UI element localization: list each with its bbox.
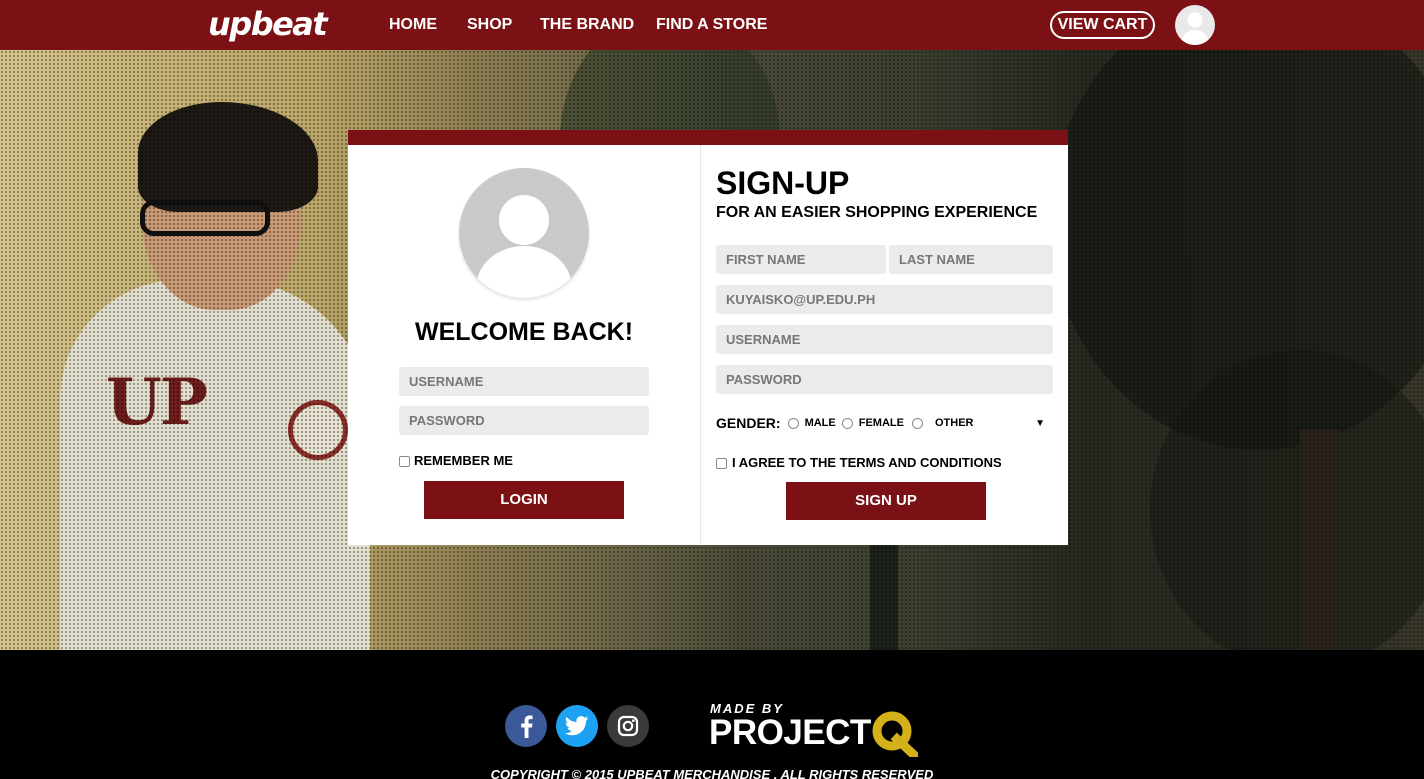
signup-username-input[interactable] xyxy=(716,325,1053,354)
facebook-icon[interactable] xyxy=(505,705,547,747)
instagram-icon[interactable] xyxy=(607,705,649,747)
user-silhouette-icon xyxy=(459,168,589,298)
gender-other-radio[interactable] xyxy=(911,417,923,429)
gender-label: GENDER: xyxy=(716,415,781,431)
login-username-input[interactable] xyxy=(399,367,649,396)
panel-divider xyxy=(700,145,701,545)
remember-me-label: REMEMBER ME xyxy=(414,453,513,468)
panel-top-bar xyxy=(348,130,1068,145)
signup-title: SIGN-UP xyxy=(716,165,850,201)
twitter-icon[interactable] xyxy=(556,705,598,747)
gender-other-label: OTHER xyxy=(934,417,974,429)
top-navbar: upbeat HOME SHOP THE BRAND FIND A STORE … xyxy=(0,0,1424,50)
signup-button[interactable]: SIGN UP xyxy=(786,482,986,520)
first-name-input[interactable] xyxy=(716,245,886,274)
last-name-input[interactable] xyxy=(889,245,1053,274)
login-password-input[interactable] xyxy=(399,406,649,435)
login-title: WELCOME BACK! xyxy=(414,318,634,346)
gender-male-radio[interactable] xyxy=(787,417,799,429)
brand-logo[interactable]: upbeat xyxy=(208,4,328,44)
nav-link-the-brand[interactable]: THE BRAND xyxy=(540,15,634,35)
nav-link-find-a-store[interactable]: FIND A STORE xyxy=(656,15,767,35)
terms-label: I AGREE TO THE TERMS AND CONDITIONS xyxy=(732,455,1002,470)
signup-subtitle: FOR AN EASIER SHOPPING EXPERIENCE xyxy=(716,204,1038,221)
nav-link-shop[interactable]: SHOP xyxy=(467,15,512,35)
nav-link-home[interactable]: HOME xyxy=(389,15,437,35)
remember-me-checkbox[interactable] xyxy=(399,455,410,467)
user-avatar-icon[interactable] xyxy=(1175,5,1215,45)
terms-checkbox[interactable] xyxy=(716,457,727,469)
gender-female-label: FEMALE xyxy=(858,417,904,429)
caret-down-icon[interactable]: ▼ xyxy=(1035,418,1045,429)
copyright-text: COPYRIGHT © 2015 UPBEAT MERCHANDISE . AL… xyxy=(490,767,934,779)
gender-male-label: MALE xyxy=(804,417,836,429)
email-input[interactable] xyxy=(716,285,1053,314)
project-q-wordmark: PROJECT xyxy=(709,713,871,752)
login-button[interactable]: LOGIN xyxy=(424,481,624,519)
gender-selector: GENDER: MALE FEMALE OTHER ▼ xyxy=(716,413,1049,433)
terms-row: I AGREE TO THE TERMS AND CONDITIONS xyxy=(716,455,1002,471)
signup-password-input[interactable] xyxy=(716,365,1053,394)
gender-female-radio[interactable] xyxy=(841,417,853,429)
auth-panel: WELCOME BACK! REMEMBER ME LOGIN SIGN-UP … xyxy=(348,130,1068,545)
view-cart-button[interactable]: VIEW CART xyxy=(1050,11,1155,39)
q-logo-icon xyxy=(870,709,921,762)
remember-me-row: REMEMBER ME xyxy=(399,453,513,469)
